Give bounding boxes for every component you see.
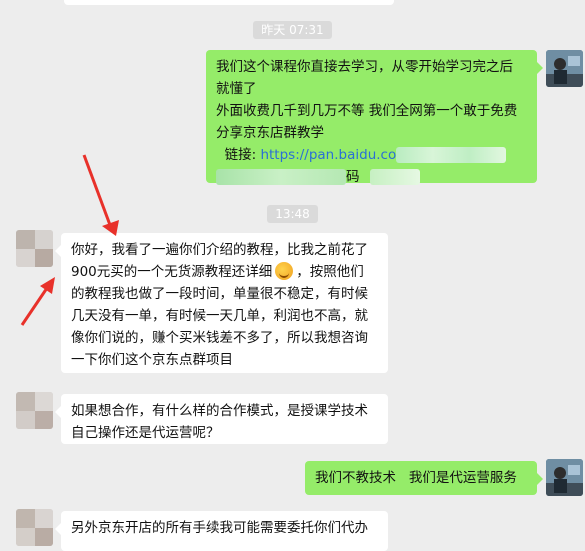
message-text: ，按照他们 [296, 264, 364, 280]
message-bubble-inquiry[interactable]: 你好，我看了一遍你们介绍的教程，比我之前花了 900元买的一个无货源教程还详细 ，… [55, 233, 388, 373]
timestamp-today: 13:48 [0, 203, 585, 223]
message-line: 像你们说的，赚个买米钱差不多了，所以我想咨询 [71, 330, 368, 346]
previous-message-edge [0, 0, 585, 10]
avatar-photo-icon [546, 50, 583, 87]
timestamp-yesterday: 昨天 07:31 [0, 19, 585, 39]
message-line: 自己操作还是代运营呢？ [71, 425, 220, 441]
message-line: 我们这个课程你直接去学习，从零开始学习完之后 [216, 59, 513, 75]
my-avatar[interactable] [546, 459, 583, 496]
message-line: 的教程我也做了一段时间，单量很不稳定，有时候 [71, 286, 368, 302]
message-line: 外面收费几千到几万不等 我们全网第一个敢于免费 [216, 103, 518, 119]
contact-avatar-blurred[interactable] [16, 392, 53, 429]
message-bubble-service-reply[interactable]: 我们不教技术 我们是代运营服务 [305, 461, 543, 495]
redacted-link-blur [396, 147, 507, 163]
message-line-with-emoji: 900元买的一个无货源教程还详细 ，按照他们 [71, 261, 378, 283]
red-arrow-down-icon [82, 154, 119, 236]
my-avatar[interactable] [546, 50, 583, 87]
message-bubble-cooperation-question[interactable]: 如果想合作，有什么样的合作模式，是授课学技术 自己操作还是代运营呢？ [55, 394, 388, 444]
message-text: 我们不教技术 我们是代运营服务 [315, 470, 517, 486]
contact-avatar-blurred[interactable] [16, 509, 53, 546]
redacted-line: 码 [216, 166, 527, 188]
redacted-code-blur [216, 169, 346, 185]
message-line: 几天没有一单，有时候一天几单，利润也不高，就 [71, 308, 368, 324]
timestamp-label: 昨天 07:31 [253, 21, 332, 39]
laughing-tears-emoji-icon [275, 262, 294, 280]
timestamp-label: 13:48 [267, 205, 318, 223]
contact-avatar-blurred[interactable] [16, 230, 53, 267]
link-label: 链接: [224, 147, 257, 163]
message-line: 分享京东店群教学 [216, 125, 324, 141]
message-bubble-course-intro[interactable]: 我们这个课程你直接去学习，从零开始学习完之后 就懂了 外面收费几千到几万不等 我… [206, 50, 543, 185]
message-line: 你好，我看了一遍你们介绍的教程，比我之前花了 [71, 242, 368, 258]
red-arrow-up-right-icon [20, 277, 55, 326]
redacted-code-blur [369, 169, 420, 185]
avatar-photo-icon [546, 459, 583, 496]
previous-bubble-stub [64, 0, 394, 5]
message-line: 一下你们这个京东点群项目 [71, 352, 233, 368]
message-line: 如果想合作，有什么样的合作模式，是授课学技术 [71, 403, 368, 419]
message-text: 另外京东开店的所有手续我可能需要委托你们代办 [71, 520, 368, 536]
message-bubble-store-setup[interactable]: 另外京东开店的所有手续我可能需要委托你们代办 [55, 511, 388, 551]
baidu-pan-link[interactable]: https://pan.baidu.co [260, 147, 396, 163]
extraction-code-tail: 码 [346, 169, 360, 185]
message-text: 900元买的一个无货源教程还详细 [71, 264, 273, 280]
link-line: 链接: https://pan.baidu.co [216, 144, 527, 166]
message-line: 就懂了 [216, 81, 257, 97]
